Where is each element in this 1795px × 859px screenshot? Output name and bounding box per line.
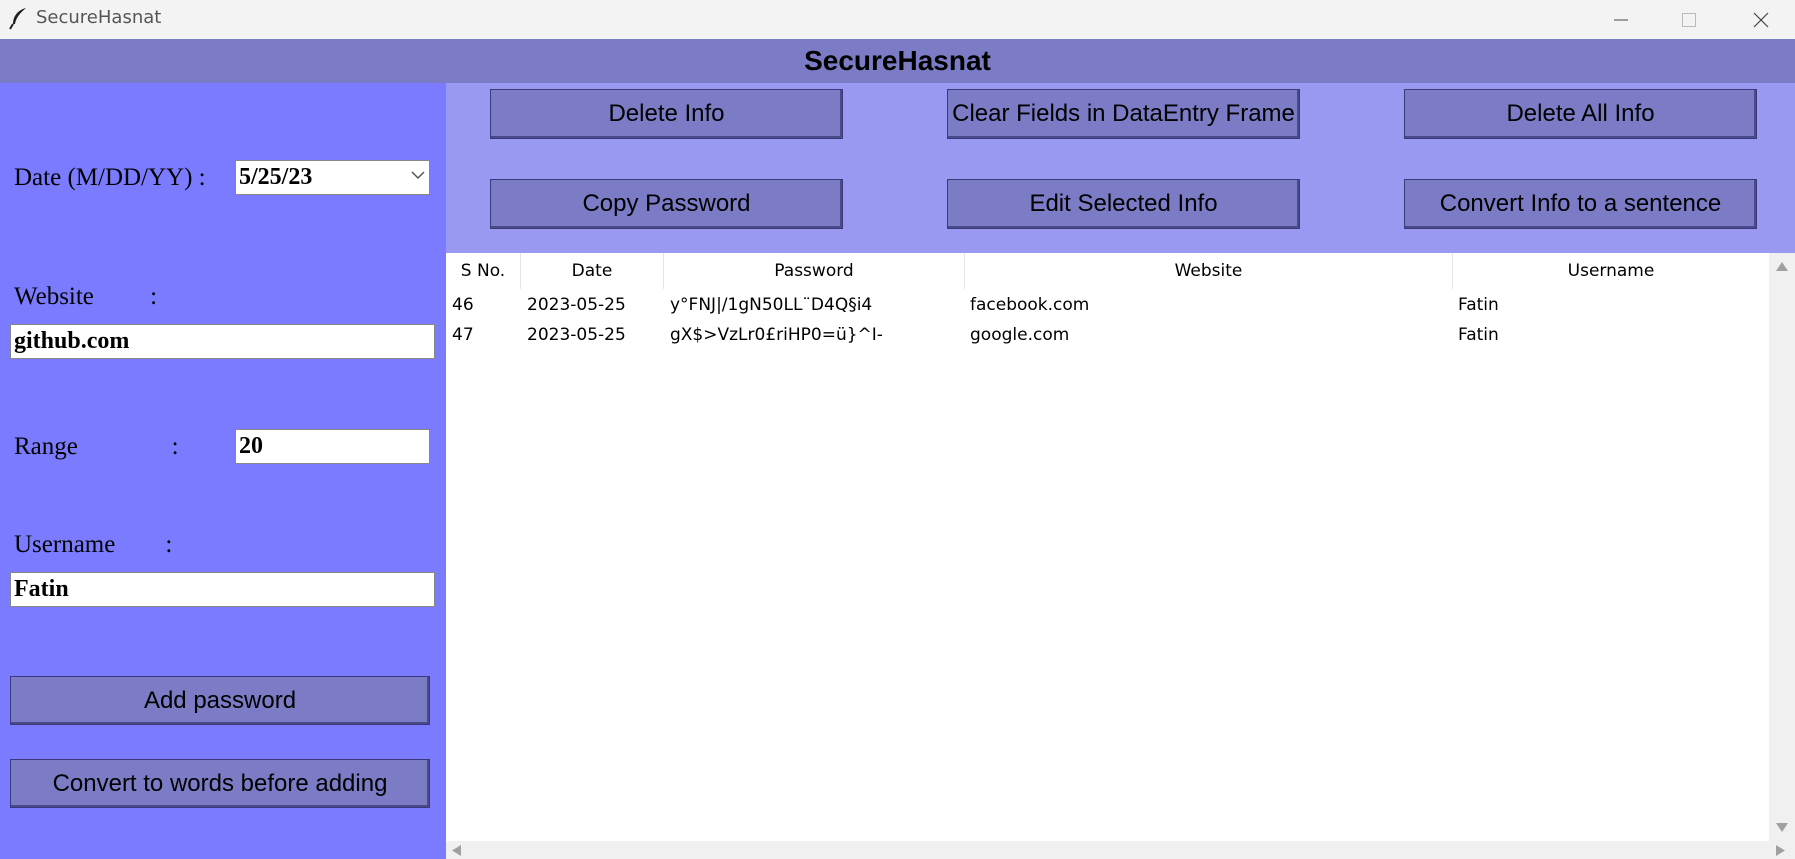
- minimize-button[interactable]: [1587, 0, 1655, 39]
- vertical-scrollbar[interactable]: [1769, 253, 1795, 841]
- range-value: 20: [239, 433, 263, 459]
- clear-fields-button[interactable]: Clear Fields in DataEntry Frame: [947, 89, 1300, 139]
- app-header: SecureHasnat: [0, 39, 1795, 83]
- column-header-sno[interactable]: S No.: [446, 253, 521, 289]
- date-value: 5/25/23: [239, 164, 313, 190]
- cell-password: gX$>VzLr0£riHP0=ü}^I-: [670, 325, 883, 345]
- cell-website: facebook.com: [970, 295, 1090, 315]
- maximize-button[interactable]: [1655, 0, 1723, 39]
- scroll-left-icon[interactable]: [452, 845, 461, 856]
- add-password-button[interactable]: Add password: [10, 676, 430, 725]
- cell-password: y°FNJ|/1gN50LL¨D4Q§i4: [670, 295, 873, 315]
- window-title: SecureHasnat: [36, 7, 162, 28]
- close-button[interactable]: [1727, 0, 1795, 39]
- convert-to-words-button[interactable]: Convert to words before adding: [10, 759, 430, 808]
- username-input[interactable]: Fatin: [10, 572, 435, 607]
- date-combobox[interactable]: 5/25/23: [235, 160, 430, 195]
- minimize-icon: [1614, 19, 1628, 20]
- website-value: github.com: [14, 328, 130, 354]
- column-header-username[interactable]: Username: [1453, 253, 1769, 289]
- actions-frame: Delete Info Clear Fields in DataEntry Fr…: [446, 83, 1795, 253]
- passwords-table[interactable]: S No. Date Password Website Username 46 …: [446, 253, 1769, 841]
- app-heading: SecureHasnat: [804, 45, 991, 76]
- convert-sentence-button[interactable]: Convert Info to a sentence: [1404, 179, 1757, 229]
- table-row[interactable]: 46 2023-05-25 y°FNJ|/1gN50LL¨D4Q§i4 face…: [446, 290, 1769, 320]
- cell-date: 2023-05-25: [527, 325, 626, 345]
- range-input[interactable]: 20: [235, 429, 430, 464]
- delete-info-button[interactable]: Delete Info: [490, 89, 843, 139]
- scroll-up-icon[interactable]: [1776, 262, 1788, 271]
- column-header-password[interactable]: Password: [664, 253, 965, 289]
- edit-selected-button[interactable]: Edit Selected Info: [947, 179, 1300, 229]
- cell-sno: 47: [452, 325, 474, 345]
- website-input[interactable]: github.com: [10, 324, 435, 359]
- username-label: Username :: [14, 531, 173, 558]
- website-label: Website :: [14, 283, 158, 310]
- cell-username: Fatin: [1458, 325, 1499, 345]
- copy-password-button[interactable]: Copy Password: [490, 179, 843, 229]
- range-label: Range :: [14, 433, 179, 460]
- data-entry-frame: Date (M/DD/YY) : 5/25/23 Website : githu…: [0, 83, 446, 859]
- cell-sno: 46: [452, 295, 474, 315]
- column-header-date[interactable]: Date: [521, 253, 664, 289]
- scroll-right-icon[interactable]: [1776, 845, 1785, 856]
- cell-username: Fatin: [1458, 295, 1499, 315]
- feather-icon: [8, 6, 30, 30]
- date-label: Date (M/DD/YY) :: [14, 164, 206, 191]
- cell-website: google.com: [970, 325, 1070, 345]
- username-value: Fatin: [14, 576, 69, 602]
- cell-date: 2023-05-25: [527, 295, 626, 315]
- scroll-down-icon[interactable]: [1776, 823, 1788, 832]
- chevron-down-icon: [411, 171, 425, 180]
- maximize-icon: [1682, 12, 1696, 27]
- title-bar: SecureHasnat: [0, 0, 1795, 39]
- close-icon: [1753, 12, 1769, 27]
- delete-all-button[interactable]: Delete All Info: [1404, 89, 1757, 139]
- column-header-website[interactable]: Website: [965, 253, 1453, 289]
- table-row[interactable]: 47 2023-05-25 gX$>VzLr0£riHP0=ü}^I- goog…: [446, 320, 1769, 350]
- horizontal-scrollbar[interactable]: [446, 841, 1795, 859]
